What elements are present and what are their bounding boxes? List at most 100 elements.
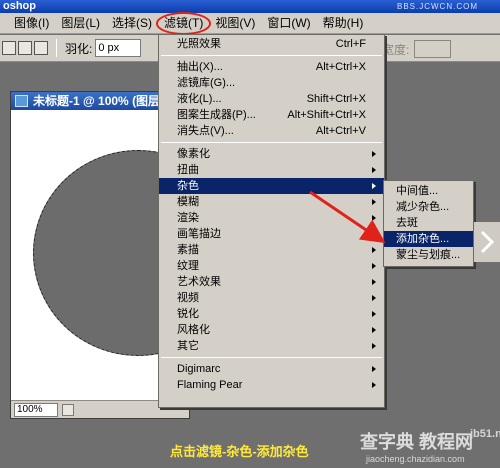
menu-image[interactable]: 图像(I): [8, 14, 55, 33]
filter-menu-shortcut: Alt+Ctrl+X: [315, 61, 366, 73]
menu-help[interactable]: 帮助(H): [317, 14, 370, 33]
width-field[interactable]: [414, 40, 451, 58]
submenu-arrow-icon: [372, 263, 376, 269]
filter-menu-item-label: 画笔描边: [177, 228, 221, 240]
submenu-arrow-icon: [372, 199, 376, 205]
filter-menu-item-label: 像素化: [177, 148, 210, 160]
filter-menu-item-label: 其它: [177, 340, 199, 352]
submenu-arrow-icon: [372, 247, 376, 253]
filter-menu-shortcut: Shift+Ctrl+X: [306, 93, 366, 105]
watermark-url-2: jiaocheng.chazidian.com: [366, 454, 465, 464]
filter-menu-item-label: 渲染: [177, 212, 199, 224]
submenu-arrow-icon: [372, 382, 376, 388]
filter-menu-item[interactable]: 杂色: [159, 178, 384, 194]
noise-submenu-item[interactable]: 去斑: [384, 215, 473, 231]
new-selection-icon[interactable]: [2, 41, 16, 55]
filter-menu-shortcut: Alt+Shift+Ctrl+X: [287, 109, 366, 121]
submenu-arrow-icon: [372, 151, 376, 157]
filter-menu-item-label: 图案生成器(P)...: [177, 109, 256, 121]
noise-submenu-item[interactable]: 中间值...: [384, 183, 473, 199]
submenu-arrow-icon: [372, 183, 376, 189]
options-divider: [56, 39, 57, 57]
photoshop-doc-icon: [15, 95, 28, 107]
filter-menu-item[interactable]: 画笔描边: [159, 226, 384, 242]
watermark-text: 查字典 教程网: [360, 432, 474, 452]
zoom-field[interactable]: 100%: [14, 402, 58, 417]
menu-view[interactable]: 视图(V): [209, 14, 261, 33]
filter-menu-item[interactable]: 视频: [159, 290, 384, 306]
filter-menu-item[interactable]: 光照效果 Ctrl+F: [159, 36, 384, 52]
menu-select[interactable]: 选择(S): [106, 14, 158, 33]
menu-separator: [161, 357, 382, 358]
filter-menu-item[interactable]: 渲染: [159, 210, 384, 226]
filter-menu-item-label: 纹理: [177, 260, 199, 272]
filter-menu-item[interactable]: Flaming Pear: [159, 377, 384, 393]
filter-menu-item-label: Flaming Pear: [177, 379, 243, 391]
filter-menu-item-label: Digimarc: [177, 363, 221, 375]
submenu-arrow-icon: [372, 167, 376, 173]
menu-separator: [161, 55, 382, 56]
menu-filter[interactable]: 滤镜(T): [155, 11, 212, 35]
filter-menu-item[interactable]: 模糊: [159, 194, 384, 210]
noise-submenu-item[interactable]: 添加杂色...: [384, 231, 473, 247]
filter-menu-item[interactable]: 锐化: [159, 306, 384, 322]
feather-label: 羽化:: [65, 41, 93, 56]
menu-bar: 图像(I) 图层(L) 选择(S) 滤镜(T) 视图(V) 窗口(W) 帮助(H…: [0, 11, 500, 35]
filter-menu-item-label: 素描: [177, 244, 199, 256]
filter-menu-item-label: 模糊: [177, 196, 199, 208]
watermark-bottom: 查字典 教程网 jb51.net jiaocheng.chazidian.com: [360, 428, 500, 464]
app-title-bar: oshop BBS.JCWCN.COM: [0, 0, 500, 13]
caption-text: 点击滤镜-杂色-添加杂色: [170, 444, 309, 459]
submenu-arrow-icon: [372, 327, 376, 333]
chevron-right-icon[interactable]: [480, 230, 494, 254]
filter-menu-item[interactable]: 图案生成器(P)... Alt+Shift+Ctrl+X: [159, 107, 384, 123]
filter-menu-item[interactable]: 消失点(V)... Alt+Ctrl+V: [159, 123, 384, 139]
filter-menu-item-label: 风格化: [177, 324, 210, 336]
watermark-top: BBS.JCWCN.COM: [397, 2, 478, 11]
submenu-arrow-icon: [372, 311, 376, 317]
noise-submenu: 中间值... 减少杂色... 去斑 添加杂色... 蒙尘与划痕...: [383, 180, 474, 267]
selection-mode-group: [2, 41, 48, 55]
document-title: 未标题-1 @ 100% (图层: [33, 94, 161, 108]
filter-menu-item[interactable]: 滤镜库(G)...: [159, 75, 384, 91]
filter-menu-shortcut: Alt+Ctrl+V: [315, 125, 366, 137]
intersect-selection-icon[interactable]: [34, 41, 48, 55]
filter-menu-item-label: 液化(L)...: [177, 93, 222, 105]
filter-menu-item-label: 扭曲: [177, 164, 199, 176]
watermark-url: jb51.net: [470, 428, 500, 440]
filter-menu-item[interactable]: 素描: [159, 242, 384, 258]
filter-menu-item[interactable]: 风格化: [159, 322, 384, 338]
submenu-arrow-icon: [372, 366, 376, 372]
filter-menu-item-label: 抽出(X)...: [177, 61, 223, 73]
filter-menu-item-label: 锐化: [177, 308, 199, 320]
filter-menu-item-label: 滤镜库(G)...: [177, 77, 236, 89]
menu-layer[interactable]: 图层(L): [55, 14, 106, 33]
filter-menu-item-label: 杂色: [177, 180, 199, 192]
submenu-arrow-icon: [372, 279, 376, 285]
noise-submenu-item[interactable]: 蒙尘与划痕...: [384, 247, 473, 263]
edge-panel: [474, 222, 500, 262]
filter-menu-item-label: 消失点(V)...: [177, 125, 234, 137]
noise-submenu-item[interactable]: 减少杂色...: [384, 199, 473, 215]
filter-menu-item[interactable]: Digimarc: [159, 361, 384, 377]
filter-menu-item[interactable]: 扭曲: [159, 162, 384, 178]
submenu-arrow-icon: [372, 215, 376, 221]
filter-menu-item[interactable]: 纹理: [159, 258, 384, 274]
filter-menu-item-label: 视频: [177, 292, 199, 304]
add-selection-icon[interactable]: [18, 41, 32, 55]
filter-menu-shortcut: Ctrl+F: [335, 38, 366, 50]
filter-menu-item[interactable]: 抽出(X)... Alt+Ctrl+X: [159, 59, 384, 75]
filter-menu: 光照效果 Ctrl+F 抽出(X)... Alt+Ctrl+X 滤镜库(G)... 液化(…: [158, 34, 385, 408]
filter-menu-item[interactable]: 像素化: [159, 146, 384, 162]
status-info-icon[interactable]: [62, 403, 74, 416]
feather-input[interactable]: [95, 39, 142, 57]
width-label: 宽度:: [382, 43, 410, 57]
filter-menu-item[interactable]: 其它: [159, 338, 384, 354]
filter-menu-item-label: 光照效果: [177, 38, 221, 50]
submenu-arrow-icon: [372, 343, 376, 349]
filter-menu-item[interactable]: 艺术效果: [159, 274, 384, 290]
filter-menu-item[interactable]: 液化(L)... Shift+Ctrl+X: [159, 91, 384, 107]
menu-window[interactable]: 窗口(W): [261, 14, 316, 33]
submenu-arrow-icon: [372, 231, 376, 237]
filter-menu-item-label: 艺术效果: [177, 276, 221, 288]
